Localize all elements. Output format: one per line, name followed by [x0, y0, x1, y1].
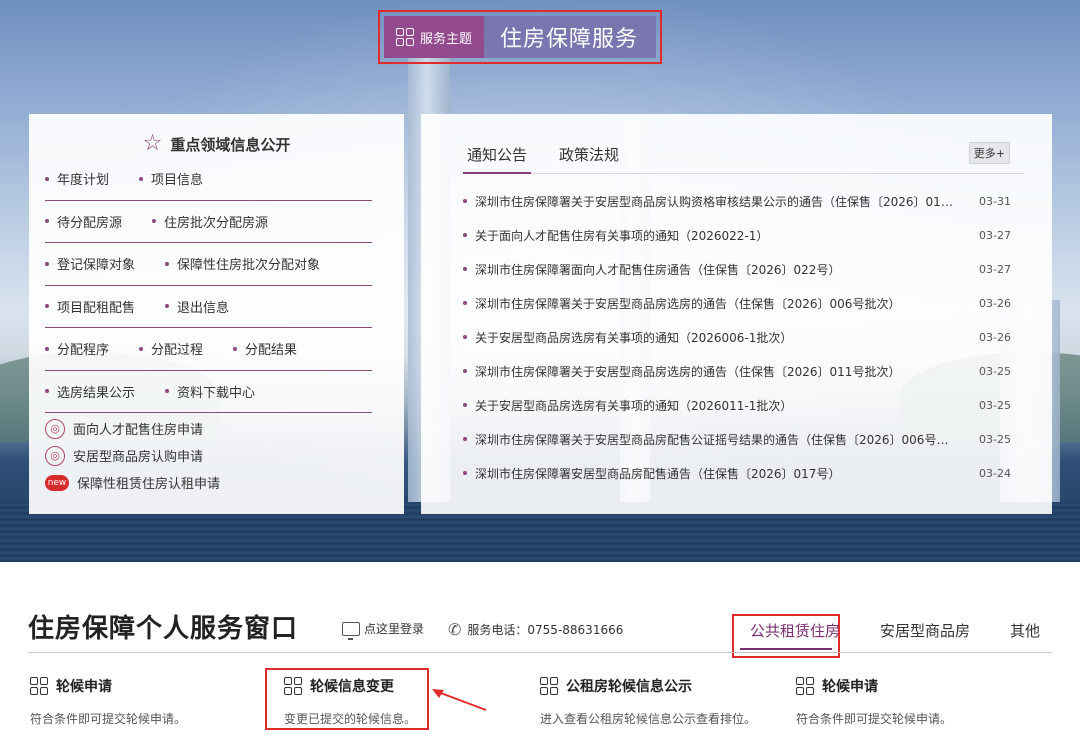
bullet-icon [463, 199, 467, 203]
phone-icon: ✆ [448, 620, 462, 639]
service-waitlist-publicity[interactable]: 公租房轮候信息公示 进入查看公租房轮候信息公示查看排位。 [540, 676, 756, 727]
info-link-project-allocation[interactable]: 项目配租配售 [45, 297, 135, 316]
monitor-icon [342, 621, 360, 640]
info-link-batch-objects[interactable]: 保障性住房批次分配对象 [165, 254, 320, 273]
info-link-exit-info[interactable]: 退出信息 [165, 297, 229, 316]
bullet-icon [45, 304, 49, 309]
grid-icon [30, 677, 48, 695]
login-link[interactable]: 点这里登录 [342, 620, 424, 640]
info-link-annual-plan[interactable]: 年度计划 [45, 169, 109, 188]
highlight-box [265, 668, 429, 730]
service-phone: ✆ 服务电话：0755-88631666 [448, 620, 624, 639]
tab-public-rental[interactable]: 公共租赁住房 [750, 620, 840, 641]
grid-icon [396, 28, 414, 46]
application-list: ◎ 面向人才配售住房申请 ◎ 安居型商品房认购申请 new 保障性租赁住房认租申… [45, 415, 388, 496]
bullet-icon [45, 176, 49, 181]
bullet-icon [152, 219, 157, 224]
pointer-arrow-icon [432, 689, 487, 711]
info-row: 年度计划 项目信息 [45, 158, 372, 201]
notice-item[interactable]: 深圳市住房保障署面向人才配售住房通告（住保售〔2026〕022号） 03-27 [463, 252, 1024, 286]
bullet-icon [463, 335, 467, 339]
bullet-icon [463, 301, 467, 305]
seal-icon: ◎ [45, 418, 65, 439]
info-row: 待分配房源 住房批次分配房源 [45, 201, 372, 243]
bullet-icon [45, 219, 49, 224]
bullet-icon [233, 346, 238, 351]
category-tabs: 公共租赁住房 安居型商品房 其他 [750, 620, 1040, 641]
bullet-icon [463, 369, 467, 373]
info-row: 登记保障对象 保障性住房批次分配对象 [45, 243, 372, 286]
more-button[interactable]: 更多+ [968, 142, 1010, 164]
notice-item[interactable]: 深圳市住房保障署关于安居型商品房认购资格审核结果公示的通告（住保售〔2026〕0… [463, 184, 1024, 218]
bullet-icon [463, 233, 467, 237]
tab-other[interactable]: 其他 [1010, 620, 1040, 641]
apply-rental-housing[interactable]: new 保障性租赁住房认租申请 [45, 469, 388, 496]
bullet-icon [463, 403, 467, 407]
grid-icon [796, 677, 814, 695]
bullet-icon [165, 304, 170, 309]
notice-panel: 通知公告 政策法规 更多+ 深圳市住房保障署关于安居型商品房认购资格审核结果公示… [421, 114, 1052, 514]
notice-item[interactable]: 深圳市住房保障署安居型商品房配售通告（住保售〔2026〕017号） 03-24 [463, 456, 1024, 490]
info-link-allocation-result[interactable]: 分配结果 [233, 339, 297, 358]
service-theme-label: 服务主题 [420, 31, 473, 47]
apply-affordable-housing[interactable]: ◎ 安居型商品房认购申请 [45, 442, 388, 469]
apply-talent-housing[interactable]: ◎ 面向人才配售住房申请 [45, 415, 388, 442]
info-link-allocation-process[interactable]: 分配过程 [139, 339, 203, 358]
notice-item[interactable]: 关于面向人才配售住房有关事项的通知（2026022-1） 03-27 [463, 218, 1024, 252]
info-link-project-info[interactable]: 项目信息 [139, 169, 203, 188]
bullet-icon [463, 471, 467, 475]
notice-item[interactable]: 深圳市住房保障署关于安居型商品房选房的通告（住保售〔2026〕006号批次） 03… [463, 286, 1024, 320]
info-row: 选房结果公示 资料下载中心 [45, 371, 372, 413]
personal-service-window: 住房保障个人服务窗口 点这里登录 ✆ 服务电话：0755-88631666 公共… [0, 562, 1080, 742]
service-theme-title: 住房保障服务 [500, 27, 639, 52]
notice-item[interactable]: 关于安居型商品房选房有关事项的通知（2026011-1批次） 03-25 [463, 388, 1024, 422]
bullet-icon [463, 437, 467, 441]
service-theme-button[interactable]: 服务主题 [384, 16, 484, 58]
service-waitlist-apply[interactable]: 轮候申请 符合条件即可提交轮候申请。 [30, 676, 186, 727]
tab-policies[interactable]: 政策法规 [555, 144, 623, 173]
grid-icon [540, 677, 558, 695]
notice-tabs: 通知公告 政策法规 更多+ [463, 142, 1024, 174]
info-link-download-center[interactable]: 资料下载中心 [165, 382, 255, 401]
bullet-icon [45, 261, 49, 266]
seal-icon: ◎ [45, 445, 65, 466]
bullet-icon [165, 389, 170, 394]
info-link-allocation-procedure[interactable]: 分配程序 [45, 339, 109, 358]
service-waitlist-apply-2[interactable]: 轮候申请 符合条件即可提交轮候申请。 [796, 676, 952, 727]
bullet-icon [45, 346, 49, 351]
bullet-icon [139, 176, 144, 181]
info-link-registered-objects[interactable]: 登记保障对象 [45, 254, 135, 273]
service-theme-banner: 服务主题 住房保障服务 [378, 10, 662, 64]
tab-notices[interactable]: 通知公告 [463, 144, 532, 174]
info-link-pending-housing[interactable]: 待分配房源 [45, 212, 122, 231]
tab-affordable-housing[interactable]: 安居型商品房 [880, 620, 970, 641]
key-info-disclosure-panel: ☆ 重点领域信息公开 年度计划 项目信息 待分配房源 住房批次分配房源 登记保障… [29, 114, 404, 514]
info-row: 分配程序 分配过程 分配结果 [45, 328, 372, 371]
divider [28, 652, 1052, 653]
info-row: 项目配租配售 退出信息 [45, 286, 372, 328]
service-window-title: 住房保障个人服务窗口 [28, 614, 299, 644]
notice-list: 深圳市住房保障署关于安居型商品房认购资格审核结果公示的通告（住保售〔2026〕0… [463, 184, 1024, 490]
info-link-selection-result[interactable]: 选房结果公示 [45, 382, 135, 401]
new-badge-icon: new [45, 474, 69, 491]
notice-item[interactable]: 深圳市住房保障署关于安居型商品房配售公证摇号结果的通告（住保售〔2026〕006… [463, 422, 1024, 456]
info-link-batch-housing[interactable]: 住房批次分配房源 [152, 212, 268, 231]
notice-item[interactable]: 深圳市住房保障署关于安居型商品房选房的通告（住保售〔2026〕011号批次） 03… [463, 354, 1024, 388]
star-icon: ☆ [142, 131, 163, 156]
bullet-icon [165, 261, 170, 266]
notice-item[interactable]: 关于安居型商品房选房有关事项的通知（2026006-1批次） 03-26 [463, 320, 1024, 354]
panel-title: ☆ 重点领域信息公开 [142, 131, 291, 156]
bullet-icon [139, 346, 144, 351]
bullet-icon [463, 267, 467, 271]
bullet-icon [45, 389, 49, 394]
